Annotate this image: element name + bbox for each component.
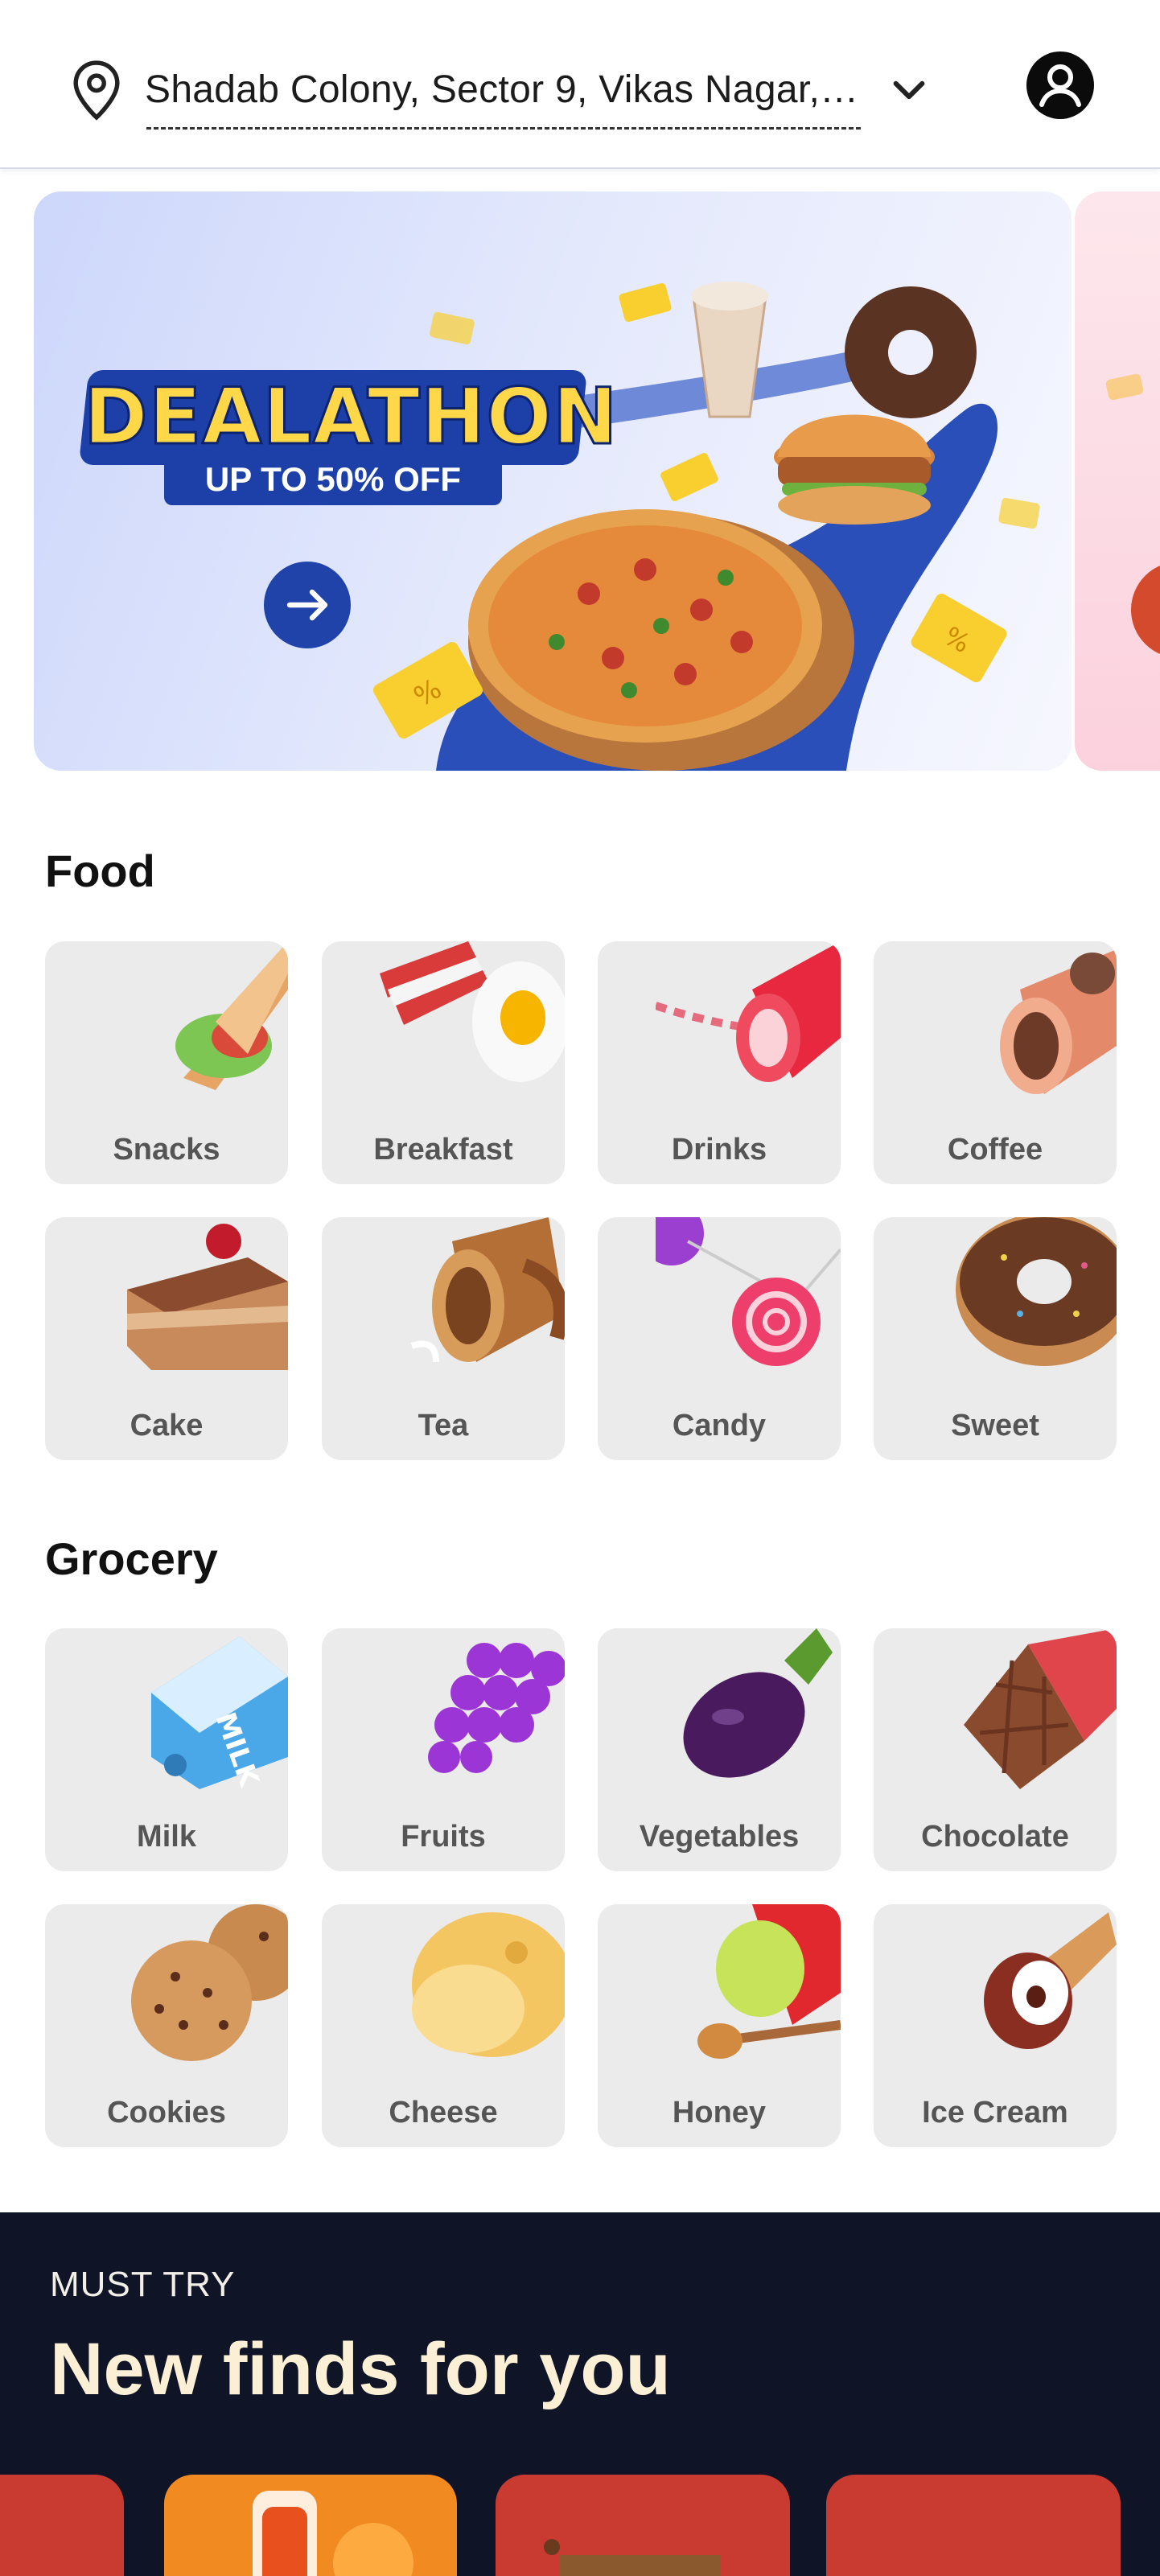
milk-carton-icon: MILK <box>151 1636 288 1789</box>
must-try-title: New finds for you <box>50 2328 671 2410</box>
category-breakfast[interactable]: Breakfast <box>322 941 565 1184</box>
donut-icon <box>956 1217 1117 1366</box>
category-cake[interactable]: Cake <box>45 1217 288 1460</box>
product-card[interactable] <box>0 2475 124 2576</box>
category-label: Honey <box>672 2096 767 2130</box>
category-label: Cheese <box>389 2096 498 2130</box>
cake-icon <box>127 1224 288 1370</box>
category-milk[interactable]: MILK Milk <box>45 1628 288 1871</box>
cookie-icon <box>131 1904 288 2061</box>
location-underline <box>146 127 861 130</box>
category-cheese[interactable]: Cheese <box>322 1904 565 2147</box>
category-label: Snacks <box>113 1133 220 1167</box>
category-label: Vegetables <box>639 1820 800 1854</box>
category-fruits[interactable]: Fruits <box>322 1628 565 1871</box>
category-label: Milk <box>137 1820 196 1854</box>
category-honey[interactable]: Honey <box>598 1904 841 2147</box>
drinks-icon <box>656 941 841 1082</box>
must-try-eyebrow: MUST TRY <box>50 2265 236 2304</box>
juice-bottle-icon <box>253 2491 413 2576</box>
category-sweet[interactable]: Sweet <box>874 1217 1117 1460</box>
product-card[interactable] <box>826 2475 1121 2576</box>
promo-banner-next[interactable] <box>1075 191 1160 771</box>
snack-box-icon <box>544 2539 721 2576</box>
promo-banner[interactable]: % % DEALATHON UP TO 50% OFF <box>34 191 1072 771</box>
category-label: Chocolate <box>921 1820 1069 1854</box>
deal-subtitle: UP TO 50% OFF <box>164 454 502 505</box>
grapes-icon <box>428 1643 565 1773</box>
chevron-down-icon[interactable] <box>886 68 932 113</box>
ice-cream-icon <box>984 1912 1117 2049</box>
category-label: Cookies <box>107 2096 226 2130</box>
product-card[interactable] <box>164 2475 457 2576</box>
tea-icon <box>410 1217 565 1363</box>
deal-badge: DEALATHON UP TO 50% OFF <box>78 370 619 507</box>
arrow-right-icon <box>286 589 328 621</box>
food-section-title: Food <box>45 846 155 896</box>
candy-icon <box>656 1217 841 1366</box>
snacks-icon <box>175 941 288 1090</box>
category-label: Coffee <box>947 1133 1043 1167</box>
deal-title: DEALATHON <box>83 372 619 462</box>
banner-next-artwork <box>1105 373 1160 654</box>
category-tea[interactable]: Tea <box>322 1217 565 1460</box>
category-label: Candy <box>672 1409 767 1442</box>
category-candy[interactable]: Candy <box>598 1217 841 1460</box>
product-card[interactable] <box>496 2475 790 2576</box>
eggplant-icon <box>683 1628 833 1778</box>
profile-button[interactable] <box>1026 51 1094 119</box>
coffee-icon <box>1000 949 1117 1094</box>
category-snacks[interactable]: Snacks <box>45 941 288 1184</box>
category-vegetables[interactable]: Vegetables <box>598 1628 841 1871</box>
grocery-section-title: Grocery <box>45 1533 218 1584</box>
location-text[interactable]: Shadab Colony, Sector 9, Vikas Nagar, Lu… <box>145 64 861 116</box>
cheese-icon <box>412 1912 565 2057</box>
category-ice-cream[interactable]: Ice Cream <box>874 1904 1117 2147</box>
honey-jar-icon <box>697 1904 841 2059</box>
category-label: Drinks <box>671 1133 767 1167</box>
chocolate-bar-icon <box>964 1628 1117 1789</box>
category-cookies[interactable]: Cookies <box>45 1904 288 2147</box>
category-label: Tea <box>418 1409 469 1442</box>
must-try-section: MUST TRY New finds for you <box>0 2212 1160 2576</box>
category-label: Sweet <box>951 1409 1039 1442</box>
location-header: Shadab Colony, Sector 9, Vikas Nagar, Lu… <box>0 0 1160 169</box>
user-avatar-icon <box>1039 64 1081 107</box>
category-chocolate[interactable]: Chocolate <box>874 1628 1117 1871</box>
category-label: Breakfast <box>373 1133 513 1167</box>
map-pin-icon[interactable] <box>69 60 124 121</box>
category-label: Fruits <box>401 1820 486 1854</box>
category-label: Cake <box>130 1409 204 1442</box>
category-drinks[interactable]: Drinks <box>598 941 841 1184</box>
category-coffee[interactable]: Coffee <box>874 941 1117 1184</box>
banner-arrow-button[interactable] <box>264 562 351 648</box>
category-label: Ice Cream <box>922 2096 1068 2130</box>
breakfast-icon <box>380 941 565 1082</box>
